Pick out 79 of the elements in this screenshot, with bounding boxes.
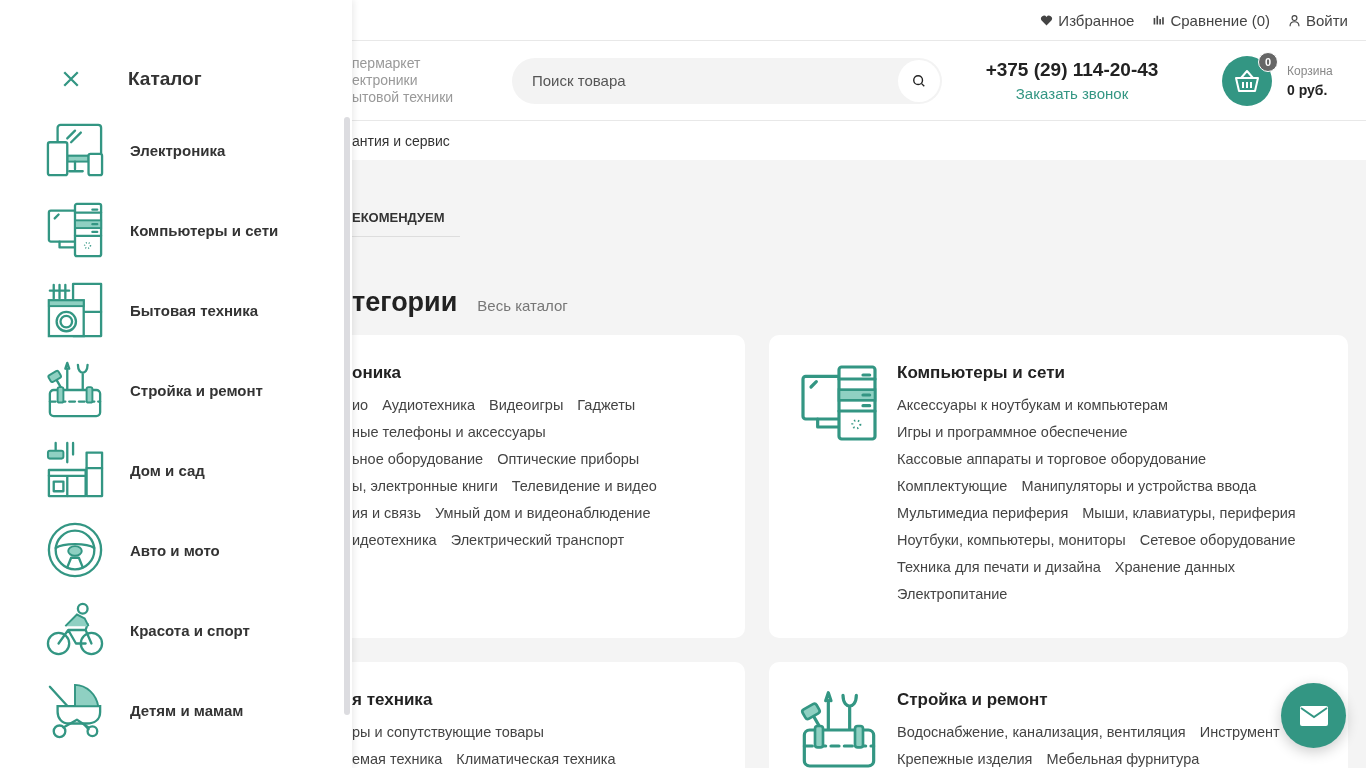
subcategory-link[interactable]: емая техника xyxy=(352,750,443,767)
subcategory-link[interactable]: ия и связь xyxy=(352,504,421,521)
subcategory-link[interactable]: ы, электронные книги xyxy=(352,477,498,494)
stroller-icon xyxy=(46,681,104,739)
subcategory-link[interactable]: Мыши, клавиатуры, периферия xyxy=(1082,504,1296,521)
toolbox-icon xyxy=(46,361,104,419)
user-icon xyxy=(1288,13,1301,27)
subcategory-link[interactable]: Оптические приборы xyxy=(497,450,640,467)
subcategory-link[interactable]: Климатическая техника xyxy=(456,750,616,767)
subcategory-link[interactable]: Кассовые аппараты и торговое оборудование xyxy=(897,450,1207,467)
subcategory-link[interactable]: ные телефоны и аксессуары xyxy=(352,423,546,440)
logo-tagline: пермаркет xyxy=(352,55,422,72)
subcategory-link[interactable]: Аксессуары к ноутбукам и компьютерам xyxy=(897,396,1169,413)
subcategory-link[interactable]: Хранение данных xyxy=(1114,558,1236,575)
search-field[interactable]: Поиск товара xyxy=(530,71,898,90)
drawer-title: Каталог xyxy=(128,68,202,90)
search-icon xyxy=(912,73,926,88)
search-button[interactable] xyxy=(898,59,940,102)
catalog-item[interactable]: Бытовая техника xyxy=(46,270,352,350)
cart-button[interactable] xyxy=(1222,55,1272,106)
heart-icon xyxy=(1040,13,1054,27)
catalog-item[interactable]: Электроника xyxy=(46,110,352,190)
subcategory-link[interactable]: Техника для печати и дизайна xyxy=(897,558,1101,575)
subcategory-link[interactable]: Электропитание xyxy=(897,585,1008,602)
subcategory-link[interactable]: идеотехника xyxy=(352,531,437,548)
subcategory-link[interactable]: Мультимедиа периферия xyxy=(897,504,1069,521)
subcategory-link[interactable]: Крепежные изделия xyxy=(897,750,1033,767)
bars-icon xyxy=(1152,13,1166,27)
catalog-item[interactable]: Компьютеры и сети xyxy=(46,190,352,270)
top-link[interactable]: Войти xyxy=(1288,11,1348,29)
logo-tagline: ектроники xyxy=(352,72,419,89)
kitchen-icon xyxy=(46,441,104,499)
envelope-icon xyxy=(1299,705,1328,726)
subcategory-link[interactable]: Электрический транспорт xyxy=(450,531,625,548)
callback-link[interactable]: Заказать звонок xyxy=(1015,85,1129,102)
catalog-item[interactable]: Стройка и ремонт xyxy=(46,350,352,430)
top-link[interactable]: Избранное xyxy=(1040,11,1135,29)
logo-tagline: ытовой техники xyxy=(352,89,455,106)
subcategory-link[interactable]: ьное оборудование xyxy=(352,450,484,467)
close-icon xyxy=(62,70,80,88)
subcategory-link[interactable]: Телевидение и видео xyxy=(511,477,657,494)
subcategory-link[interactable]: Комплектующие xyxy=(897,477,1008,494)
subcategory-link[interactable]: Умный дом и видеонаблюдение xyxy=(434,504,651,521)
card-title[interactable]: оника xyxy=(352,363,657,383)
devices-icon xyxy=(46,121,104,179)
nav-link[interactable]: антия и сервис xyxy=(352,132,450,149)
scrollbar[interactable] xyxy=(344,117,350,715)
subcategory-link[interactable]: Мебельная фурнитура xyxy=(1046,750,1200,767)
subcategory-link[interactable]: Водоснабжение, канализация, вентиляция xyxy=(897,723,1186,740)
computer-icon xyxy=(799,363,879,443)
all-catalog-link[interactable]: Весь каталог xyxy=(477,297,568,314)
cart-total: 0 руб. xyxy=(1287,81,1329,98)
catalog-item[interactable]: Красота и спорт xyxy=(46,590,352,670)
tab[interactable]: ЕКОМЕНДУЕМ xyxy=(352,198,460,237)
top-link[interactable]: Сравнение (0) xyxy=(1152,11,1270,29)
catalog-item[interactable]: Детям и мамам xyxy=(46,670,352,750)
subcategory-link[interactable]: Аудиотехника xyxy=(382,396,476,413)
card-title[interactable]: я техника xyxy=(352,690,616,710)
card-title[interactable]: Стройка и ремонт xyxy=(897,690,1280,710)
subcategory-link[interactable]: ры и сопутствующие товары xyxy=(352,723,544,740)
catalog-item[interactable]: Авто и мото xyxy=(46,510,352,590)
subcategory-link[interactable]: Ноутбуки, компьютеры, мониторы xyxy=(897,531,1126,548)
section-heading: тегории xyxy=(352,287,458,318)
subcategory-link[interactable]: ио xyxy=(352,396,369,413)
subcategory-link[interactable]: Инструмент xyxy=(1199,723,1280,740)
subcategory-link[interactable]: Гаджеты xyxy=(577,396,636,413)
washing-machine-icon xyxy=(46,281,104,339)
cart-label: Корзина xyxy=(1287,63,1333,78)
card-title[interactable]: Компьютеры и сети xyxy=(897,363,1296,383)
subcategory-link[interactable]: Игры и программное обеспечение xyxy=(897,423,1128,440)
steering-wheel-icon xyxy=(46,521,104,579)
search-bar[interactable]: Поиск товара xyxy=(512,57,942,104)
cart-count-badge: 0 xyxy=(1258,51,1278,72)
subcategory-link[interactable]: Видеоигры xyxy=(489,396,564,413)
subcategory-link[interactable]: Манипуляторы и устройства ввода xyxy=(1021,477,1257,494)
subcategory-link[interactable]: Сетевое оборудование xyxy=(1139,531,1296,548)
phone-number: +375 (29) 114-20-43 xyxy=(985,59,1159,81)
computer-icon xyxy=(46,201,104,259)
catalog-item[interactable]: Дом и сад xyxy=(46,430,352,510)
